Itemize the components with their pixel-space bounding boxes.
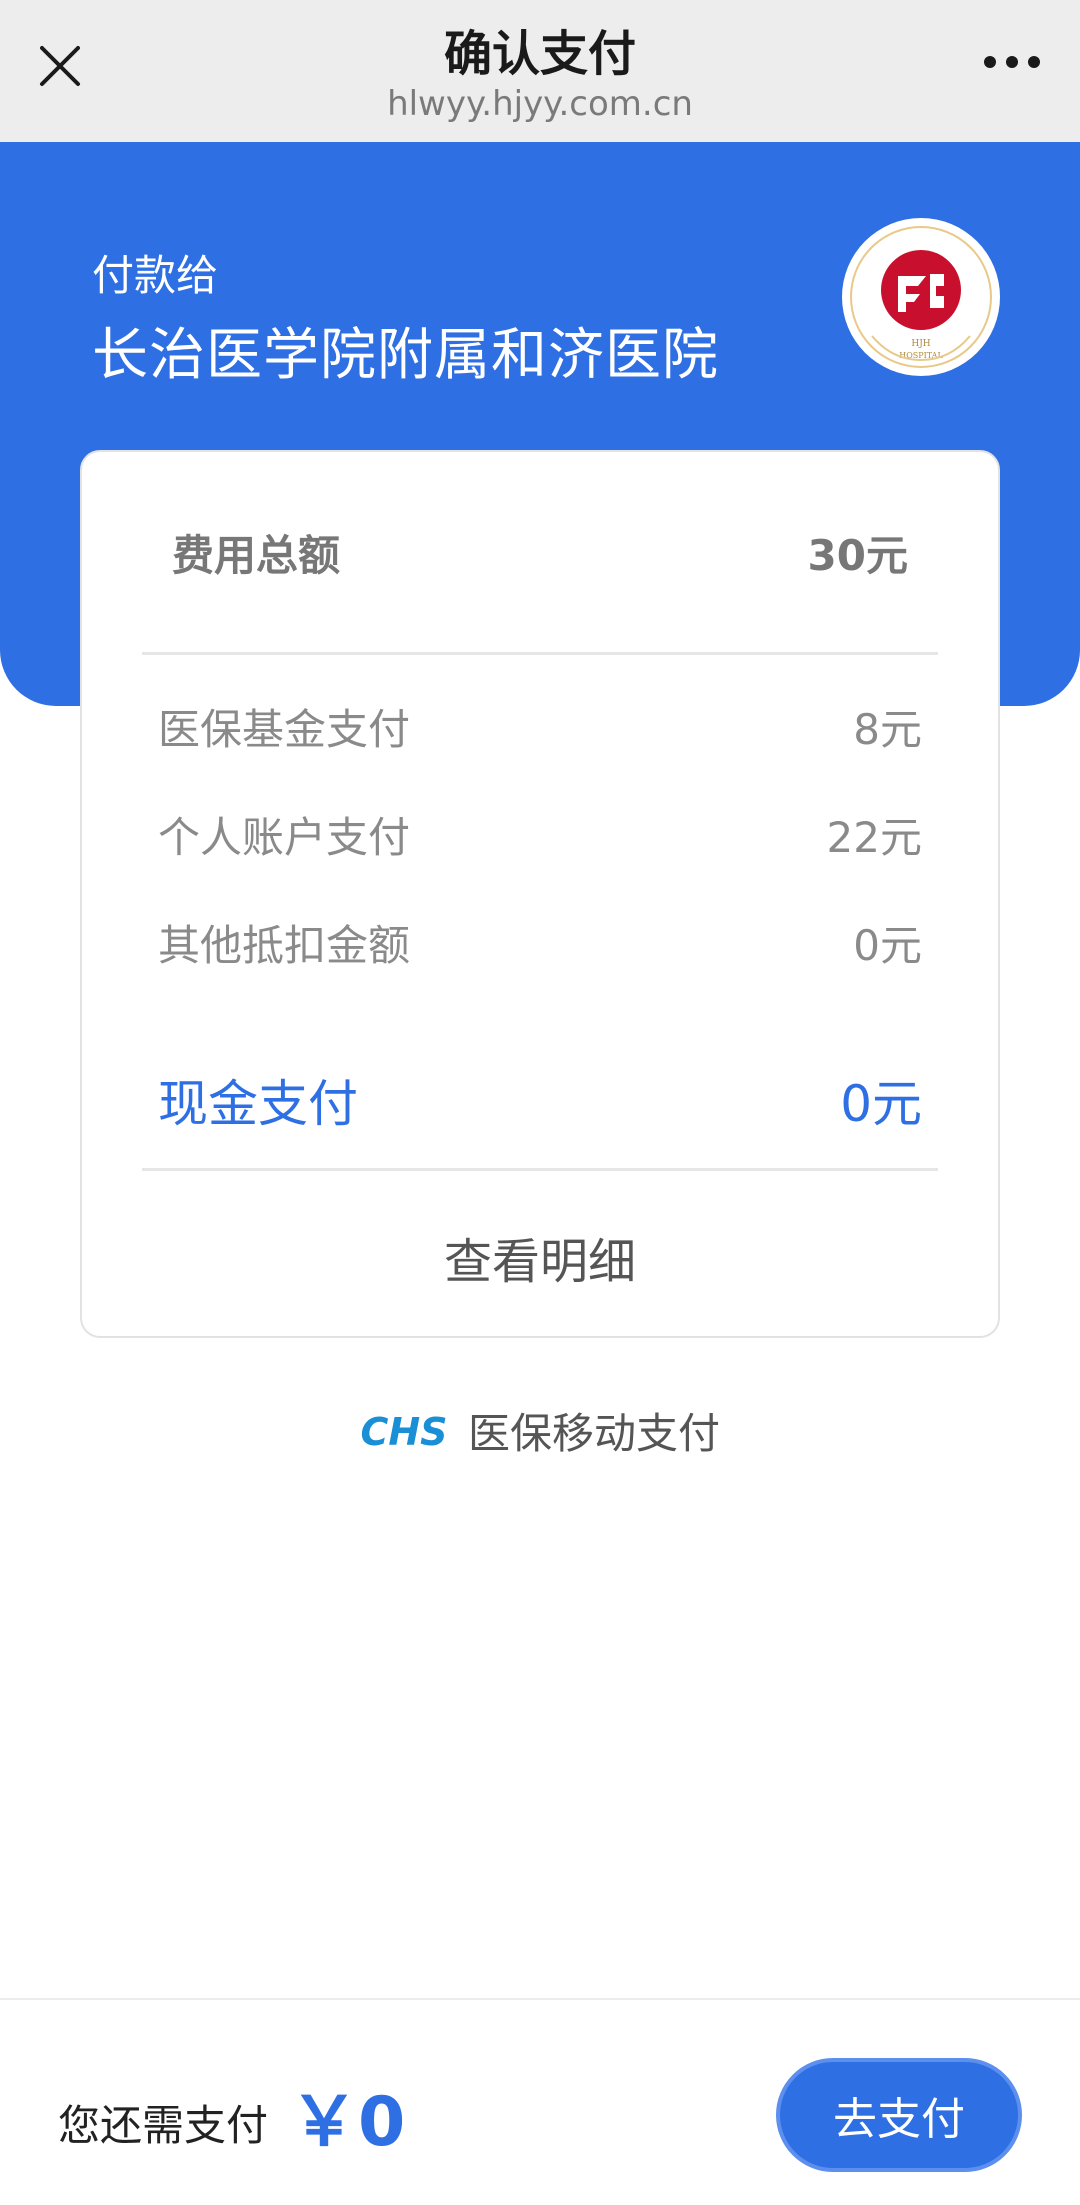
divider xyxy=(142,1168,938,1171)
hospital-name: 长治医学院附属和济医院 xyxy=(92,323,719,388)
cash-value: 0元 xyxy=(840,1075,922,1133)
chs-label: 医保移动支付 xyxy=(467,1409,720,1458)
pay-button[interactable]: 去支付 xyxy=(776,2058,1022,2172)
page-url: hlwyy.hjyy.com.cn xyxy=(387,84,693,124)
remaining-label: 您还需支付 xyxy=(58,2101,269,2150)
view-details-link[interactable]: 查看明细 xyxy=(82,1222,998,1292)
total-value: 30元 xyxy=(807,531,908,580)
divider xyxy=(142,652,938,655)
more-dots-icon[interactable] xyxy=(982,52,1042,72)
total-row: 费用总额 30元 xyxy=(172,522,908,583)
chs-branding: CHS 医保移动支付 xyxy=(0,1400,1080,1461)
other-deduction-row: 其他抵扣金额 0元 xyxy=(158,912,922,973)
fund-pay-row: 医保基金支付 8元 xyxy=(158,696,922,757)
row-value: 8元 xyxy=(853,705,922,754)
row-label: 其他抵扣金额 xyxy=(158,921,411,970)
account-pay-row: 个人账户支付 22元 xyxy=(158,804,922,865)
svg-text:CHS: CHS xyxy=(360,1410,447,1453)
cash-pay-row: 现金支付 0元 xyxy=(158,1064,922,1136)
row-value: 22元 xyxy=(826,813,922,862)
hospital-logo: HJH HOSPITAL xyxy=(842,218,1000,376)
pay-to-label: 付款给 xyxy=(92,251,219,300)
payment-summary-card: 费用总额 30元 医保基金支付 8元 个人账户支付 22元 其他抵扣金额 0元 … xyxy=(80,450,1000,1338)
page-title: 确认支付 xyxy=(443,26,636,82)
nav-bar: 确认支付 hlwyy.hjyy.com.cn xyxy=(0,0,1080,142)
cash-label: 现金支付 xyxy=(158,1075,358,1133)
row-value: 0元 xyxy=(853,921,922,970)
total-label: 费用总额 xyxy=(172,531,341,580)
row-label: 医保基金支付 xyxy=(158,705,411,754)
remaining-amount: ￥0 xyxy=(290,2083,406,2162)
row-label: 个人账户支付 xyxy=(158,813,411,862)
bottom-pay-bar: 您还需支付 ￥0 去支付 xyxy=(0,1998,1080,2205)
svg-text:HJH: HJH xyxy=(911,339,930,349)
chs-logo: CHS xyxy=(360,1410,447,1453)
